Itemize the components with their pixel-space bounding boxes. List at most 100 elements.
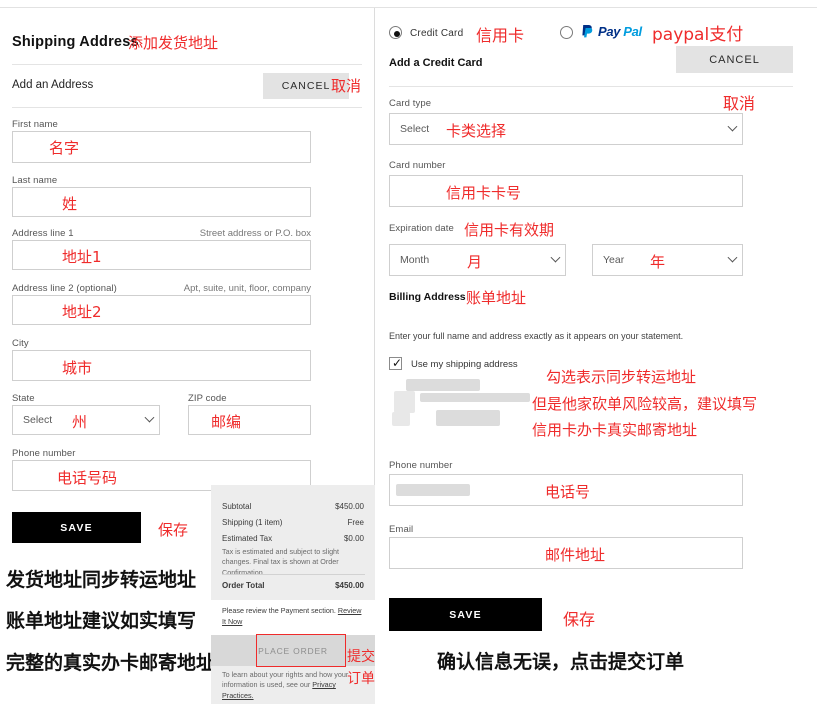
left-note-line-1: 发货地址同步转运地址 — [6, 569, 197, 591]
billing-address-title: Billing Address — [389, 291, 466, 303]
use-shipping-address-checkbox[interactable]: ✓ — [389, 357, 402, 370]
summary-review-note: Please review the Payment section. — [222, 606, 336, 615]
risk-annotation-line-2: 信用卡办卡真实邮寄地址 — [532, 421, 698, 439]
summary-tax-label: Estimated Tax — [222, 534, 273, 543]
summary-subtotal-label: Subtotal — [222, 502, 252, 511]
place-order-highlight-box — [256, 634, 346, 667]
address1-annotation: 地址1 — [62, 248, 102, 266]
card-type-select[interactable]: Select — [389, 113, 743, 145]
paypal-annotation: paypal支付 — [652, 25, 744, 45]
redacted-address-line-2 — [394, 391, 415, 413]
expiration-year-annotation: 年 — [650, 253, 666, 271]
right-note-line-1: 确认信息无误，点击提交订单 — [437, 651, 685, 673]
email-annotation: 邮件地址 — [545, 546, 606, 564]
city-annotation: 城市 — [62, 359, 93, 377]
summary-shipping-row: Shipping (1 item) Free — [222, 518, 364, 527]
billing-statement-note: Enter your full name and address exactly… — [389, 331, 684, 341]
payment-cancel-button[interactable]: CANCEL — [676, 46, 793, 73]
radio-selected-dot — [393, 30, 400, 37]
zip-annotation: 邮编 — [211, 413, 242, 431]
email-label: Email — [389, 524, 414, 535]
page-title: Shipping Address — [12, 34, 139, 50]
summary-tax-value: $0.00 — [343, 534, 364, 543]
add-address-divider — [12, 107, 362, 108]
paypal-radio[interactable] — [560, 26, 573, 39]
paypal-p-icon — [582, 25, 593, 38]
summary-subtotal-value: $450.00 — [335, 502, 364, 511]
billing-address-annotation: 账单地址 — [466, 289, 527, 307]
summary-total-label: Order Total — [222, 581, 265, 590]
summary-subtotal-row: Subtotal $450.00 — [222, 502, 364, 511]
first-name-label: First name — [12, 119, 58, 130]
billing-phone-annotation: 电话号 — [545, 483, 591, 501]
credit-card-radio-label[interactable]: Credit Card — [410, 28, 463, 39]
card-number-input[interactable] — [389, 175, 743, 207]
paypal-text-pay: Pay — [598, 24, 621, 39]
use-shipping-address-label[interactable]: Use my shipping address — [411, 359, 518, 370]
address1-hint: Street address or P.O. box — [199, 228, 311, 239]
address2-annotation: 地址2 — [62, 303, 102, 321]
redacted-address-line-3 — [420, 393, 530, 402]
card-number-annotation: 信用卡卡号 — [446, 184, 522, 202]
shipping-save-button[interactable]: SAVE — [12, 512, 141, 543]
redacted-address-line-5 — [436, 410, 500, 426]
last-name-label: Last name — [12, 175, 58, 186]
chevron-down-icon — [550, 252, 561, 263]
payment-panel: Credit Card 信用卡 Pay Pal paypal支付 Add a Cr… — [380, 8, 817, 704]
card-type-annotation: 卡类选择 — [446, 122, 507, 140]
card-number-label: Card number — [389, 160, 446, 171]
left-note-line-2: 账单地址建议如实填写 — [6, 610, 197, 632]
redacted-address-line-4 — [392, 412, 410, 426]
state-placeholder: Select — [23, 414, 53, 426]
expiration-month-placeholder: Month — [400, 254, 430, 266]
add-address-label: Add an Address — [12, 79, 94, 91]
payment-save-button[interactable]: SAVE — [389, 598, 542, 631]
paypal-logo[interactable]: Pay Pal — [581, 24, 642, 39]
zip-input[interactable] — [188, 405, 311, 435]
add-credit-card-label: Add a Credit Card — [389, 57, 483, 69]
left-note-line-3: 完整的真实办卡邮寄地址 — [6, 652, 216, 674]
checkout-page: Shipping Address 添加发货地址 Add an Address C… — [0, 0, 817, 704]
card-type-label: Card type — [389, 98, 432, 109]
summary-shipping-value: Free — [347, 518, 364, 527]
credit-card-radio[interactable] — [389, 26, 402, 39]
use-shipping-annotation: 勾选表示同步转运地址 — [546, 368, 697, 386]
summary-total-row: Order Total $450.00 — [222, 581, 364, 590]
shipping-cancel-annotation: 取消 — [331, 77, 362, 95]
summary-tax-row: Estimated Tax $0.00 — [222, 534, 364, 543]
credit-card-annotation: 信用卡 — [476, 26, 525, 45]
expiration-label: Expiration date — [389, 223, 454, 234]
state-annotation: 州 — [72, 413, 88, 431]
redacted-phone-value — [396, 484, 470, 496]
expiration-month-annotation: 月 — [467, 253, 483, 271]
place-order-annotation-2: 订单 — [347, 671, 375, 687]
billing-phone-label: Phone number — [389, 460, 453, 471]
address1-label: Address line 1 — [12, 228, 74, 239]
payment-cancel-annotation: 取消 — [723, 94, 756, 113]
address2-input[interactable] — [12, 295, 311, 325]
paypal-text-pal: Pal — [623, 24, 642, 39]
shipping-title-annotation: 添加发货地址 — [128, 34, 219, 52]
address2-hint: Apt, suite, unit, floor, company — [183, 283, 311, 294]
city-label: City — [12, 338, 29, 349]
expiration-annotation: 信用卡有效期 — [464, 221, 555, 239]
city-input[interactable] — [12, 350, 311, 381]
risk-annotation-line-1: 但是他家砍单风险较高，建议填写 — [532, 395, 758, 413]
address2-label: Address line 2 (optional) — [12, 283, 117, 294]
zip-label: ZIP code — [188, 393, 227, 404]
address1-input[interactable] — [12, 240, 311, 270]
expiration-year-select[interactable]: Year — [592, 244, 743, 276]
summary-privacy-note: To learn about your rights and how your … — [222, 670, 365, 701]
last-name-input[interactable] — [12, 187, 311, 217]
summary-review-block: Please review the Payment section. Revie… — [211, 600, 375, 635]
summary-shipping-label: Shipping (1 item) — [222, 518, 283, 527]
shipping-save-annotation: 保存 — [158, 521, 189, 539]
shipping-phone-annotation: 电话号码 — [57, 469, 118, 487]
payment-save-annotation: 保存 — [563, 610, 596, 629]
first-name-annotation: 名字 — [49, 139, 80, 157]
summary-divider — [222, 574, 365, 575]
shipping-header-divider — [12, 64, 362, 65]
chevron-down-icon — [727, 121, 738, 132]
payment-header-divider — [389, 86, 793, 87]
state-label: State — [12, 393, 35, 404]
